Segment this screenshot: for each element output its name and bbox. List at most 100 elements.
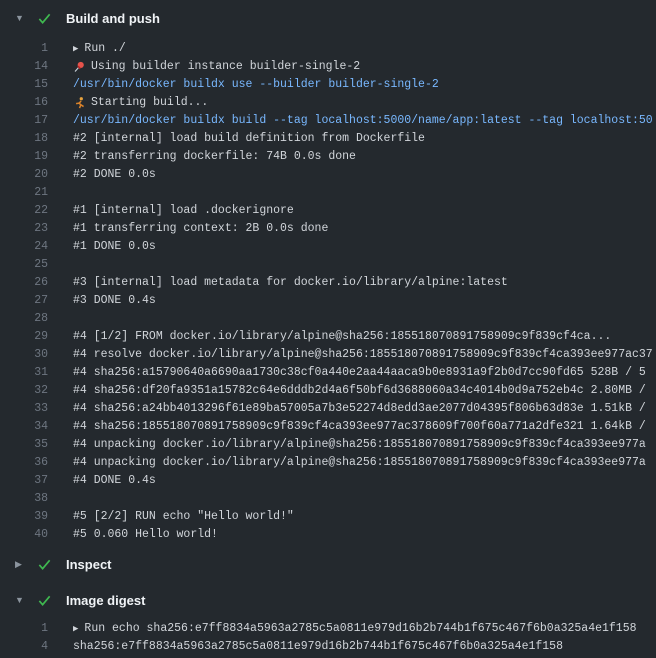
collapse-icon[interactable]: ▼: [15, 596, 27, 605]
log-line-empty: 25: [0, 256, 656, 274]
build-log-block: 1 ▶Run ./ 14 Using builder instance buil…: [0, 36, 656, 546]
check-success-icon: [36, 10, 52, 26]
line-number[interactable]: 32: [0, 382, 48, 400]
expand-run-icon[interactable]: ▶: [73, 625, 78, 634]
log-line: 29 #4 [1/2] FROM docker.io/library/alpin…: [0, 328, 656, 346]
line-number[interactable]: 27: [0, 292, 48, 310]
line-number[interactable]: 37: [0, 472, 48, 490]
log-line: 39 #5 [2/2] RUN echo "Hello world!": [0, 508, 656, 526]
log-line: 23 #1 transferring context: 2B 0.0s done: [0, 220, 656, 238]
log-line-empty: 21: [0, 184, 656, 202]
log-text: #5 0.060 Hello world!: [73, 526, 218, 544]
log-text: #4 [1/2] FROM docker.io/library/alpine@s…: [73, 328, 611, 346]
line-number[interactable]: 36: [0, 454, 48, 472]
line-number[interactable]: 21: [0, 184, 48, 202]
log-text: #1 transferring context: 2B 0.0s done: [73, 220, 328, 238]
log-text: #2 transferring dockerfile: 74B 0.0s don…: [73, 148, 356, 166]
section-title: Build and push: [66, 11, 160, 26]
log-line: 1 ▶Run echo sha256:e7ff8834a5963a2785c5a…: [0, 620, 656, 638]
line-number[interactable]: 35: [0, 436, 48, 454]
line-number[interactable]: 20: [0, 166, 48, 184]
log-line: 20 #2 DONE 0.0s: [0, 166, 656, 184]
log-text: Using builder instance builder-single-2: [73, 58, 360, 76]
log-text: #4 sha256:a15790640a6690aa1730c38cf0a440…: [73, 364, 646, 382]
log-text: /usr/bin/docker buildx build --tag local…: [73, 112, 653, 130]
check-success-icon: [36, 556, 52, 572]
line-number[interactable]: 18: [0, 130, 48, 148]
line-number[interactable]: 28: [0, 310, 48, 328]
line-number[interactable]: 23: [0, 220, 48, 238]
log-text: #4 DONE 0.4s: [73, 472, 156, 490]
log-text: #4 unpacking docker.io/library/alpine@sh…: [73, 436, 646, 454]
section-title: Image digest: [66, 593, 145, 608]
line-number[interactable]: 15: [0, 76, 48, 94]
log-line: 18 #2 [internal] load build definition f…: [0, 130, 656, 148]
pushpin-icon: [73, 60, 86, 74]
log-text: sha256:e7ff8834a5963a2785c5a0811e979d16b…: [73, 638, 563, 656]
line-number[interactable]: 29: [0, 328, 48, 346]
log-line: 4 sha256:e7ff8834a5963a2785c5a0811e979d1…: [0, 638, 656, 656]
runner-icon: [73, 96, 86, 110]
section-header-inspect[interactable]: ▶ Inspect: [0, 546, 656, 582]
log-line: 32 #4 sha256:df20fa9351a15782c64e6dddb2d…: [0, 382, 656, 400]
log-text: ▶Run ./: [73, 40, 126, 58]
log-text: #1 DONE 0.0s: [73, 238, 156, 256]
line-number[interactable]: 39: [0, 508, 48, 526]
log-line: 24 #1 DONE 0.0s: [0, 238, 656, 256]
log-line: 33 #4 sha256:a24bb4013296f61e89ba57005a7…: [0, 400, 656, 418]
line-number[interactable]: 17: [0, 112, 48, 130]
line-number[interactable]: 40: [0, 526, 48, 544]
line-number[interactable]: 33: [0, 400, 48, 418]
log-text: Starting build...: [73, 94, 208, 112]
log-text: #1 [internal] load .dockerignore: [73, 202, 294, 220]
expand-icon[interactable]: ▶: [15, 560, 27, 569]
line-number[interactable]: 34: [0, 418, 48, 436]
line-number[interactable]: 14: [0, 58, 48, 76]
check-success-icon: [36, 592, 52, 608]
log-line-empty: 38: [0, 490, 656, 508]
line-number[interactable]: 24: [0, 238, 48, 256]
log-text: #3 DONE 0.4s: [73, 292, 156, 310]
line-number[interactable]: 26: [0, 274, 48, 292]
section-title: Inspect: [66, 557, 112, 572]
log-line: 27 #3 DONE 0.4s: [0, 292, 656, 310]
log-line: 35 #4 unpacking docker.io/library/alpine…: [0, 436, 656, 454]
log-text: #4 sha256:a24bb4013296f61e89ba57005a7b3e…: [73, 400, 646, 418]
log-line: 16 Starting build...: [0, 94, 656, 112]
line-number[interactable]: 22: [0, 202, 48, 220]
log-text: /usr/bin/docker buildx use --builder bui…: [73, 76, 439, 94]
log-text: #4 unpacking docker.io/library/alpine@sh…: [73, 454, 646, 472]
log-text: #4 sha256:df20fa9351a15782c64e6dddb2d4a6…: [73, 382, 646, 400]
log-line: 19 #2 transferring dockerfile: 74B 0.0s …: [0, 148, 656, 166]
line-number[interactable]: 25: [0, 256, 48, 274]
line-number[interactable]: 16: [0, 94, 48, 112]
line-number[interactable]: 1: [0, 40, 48, 58]
line-number[interactable]: 4: [0, 638, 48, 656]
line-number[interactable]: 1: [0, 620, 48, 638]
log-line: 31 #4 sha256:a15790640a6690aa1730c38cf0a…: [0, 364, 656, 382]
line-number[interactable]: 38: [0, 490, 48, 508]
digest-log-block: 1 ▶Run echo sha256:e7ff8834a5963a2785c5a…: [0, 618, 656, 656]
log-text: #4 sha256:185518070891758909c9f839cf4ca3…: [73, 418, 646, 436]
log-line: 22 #1 [internal] load .dockerignore: [0, 202, 656, 220]
log-line-command: 15 /usr/bin/docker buildx use --builder …: [0, 76, 656, 94]
expand-run-icon[interactable]: ▶: [73, 45, 78, 54]
line-number[interactable]: 30: [0, 346, 48, 364]
log-line-empty: 28: [0, 310, 656, 328]
section-header-image-digest[interactable]: ▼ Image digest: [0, 582, 656, 618]
section-header-build-and-push[interactable]: ▼ Build and push: [0, 0, 656, 36]
log-line: 37 #4 DONE 0.4s: [0, 472, 656, 490]
line-number[interactable]: 19: [0, 148, 48, 166]
line-number[interactable]: 31: [0, 364, 48, 382]
log-text: #4 resolve docker.io/library/alpine@sha2…: [73, 346, 653, 364]
log-line: 36 #4 unpacking docker.io/library/alpine…: [0, 454, 656, 472]
log-text: #5 [2/2] RUN echo "Hello world!": [73, 508, 294, 526]
log-text: ▶Run echo sha256:e7ff8834a5963a2785c5a08…: [73, 620, 637, 638]
log-line: 26 #3 [internal] load metadata for docke…: [0, 274, 656, 292]
log-line: 34 #4 sha256:185518070891758909c9f839cf4…: [0, 418, 656, 436]
collapse-icon[interactable]: ▼: [15, 14, 27, 23]
log-text: #2 [internal] load build definition from…: [73, 130, 425, 148]
log-line-command: 17 /usr/bin/docker buildx build --tag lo…: [0, 112, 656, 130]
log-text: #3 [internal] load metadata for docker.i…: [73, 274, 508, 292]
log-line: 14 Using builder instance builder-single…: [0, 58, 656, 76]
